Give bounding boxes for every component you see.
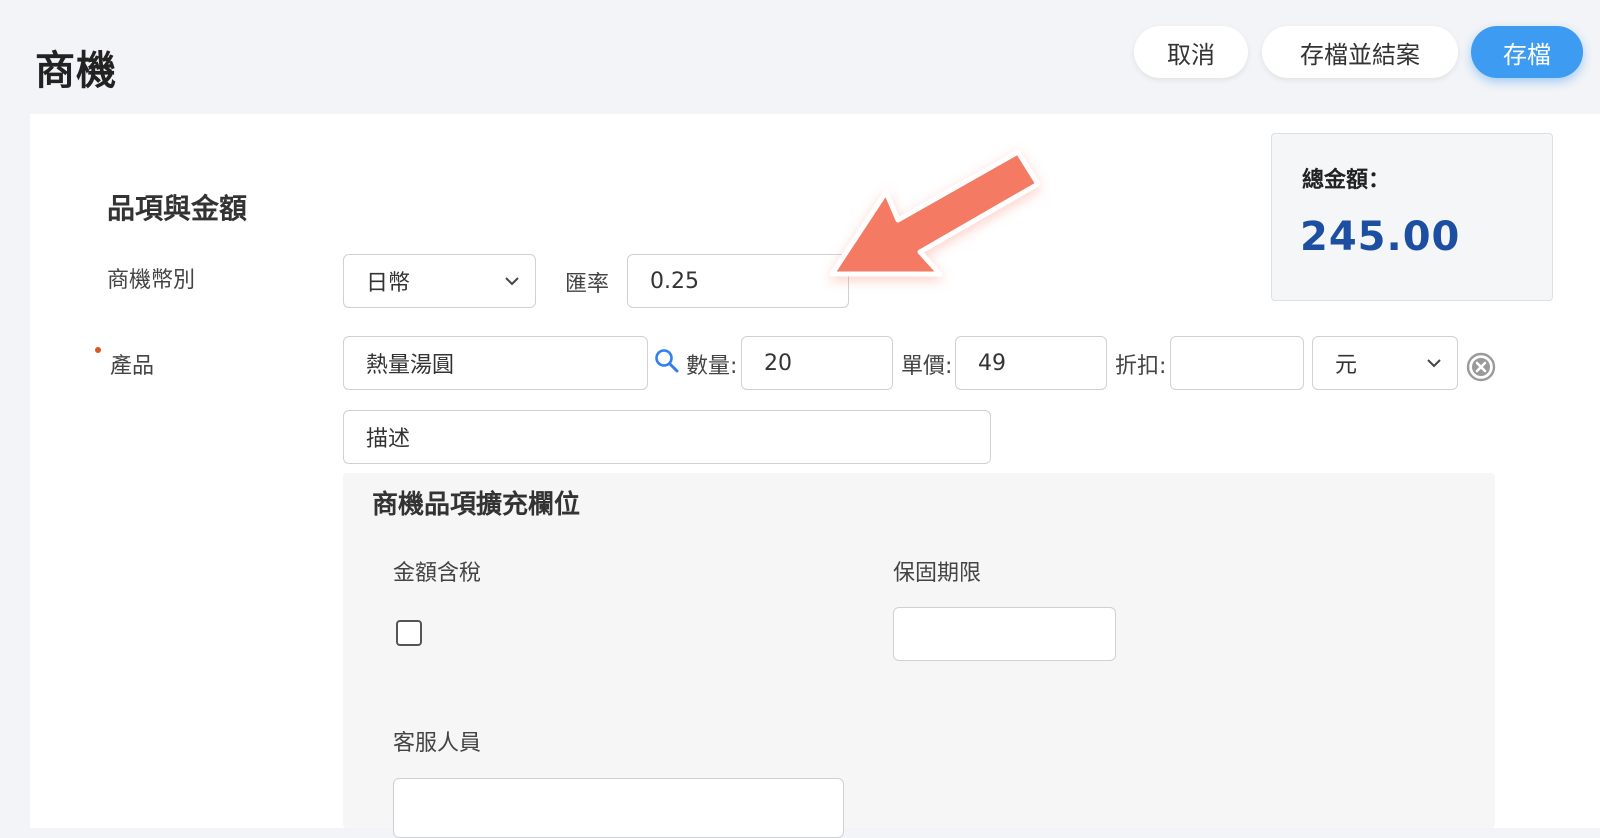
- total-amount-panel: 總金額： 245.00: [1271, 133, 1553, 301]
- chevron-down-icon: [505, 277, 519, 286]
- tax-included-checkbox[interactable]: [396, 620, 422, 646]
- unit-price-input[interactable]: 49: [955, 336, 1107, 390]
- arrow-annotation-icon: [829, 149, 1041, 277]
- discount-label: 折扣:: [1115, 354, 1167, 379]
- discount-unit-value: 元: [1335, 353, 1358, 378]
- exchange-rate-input[interactable]: 0.25: [627, 254, 849, 308]
- service-staff-label: 客服人員: [393, 731, 482, 756]
- close-circle-icon[interactable]: [1466, 352, 1496, 382]
- page-title: 商機: [35, 48, 117, 94]
- unit-price-label: 單價:: [901, 354, 953, 379]
- currency-select[interactable]: 日幣: [343, 254, 536, 308]
- save-button[interactable]: 存檔: [1471, 26, 1583, 78]
- required-indicator: [95, 347, 101, 353]
- save-and-close-button[interactable]: 存檔並結案: [1262, 26, 1458, 78]
- warranty-input[interactable]: [893, 607, 1116, 661]
- currency-select-value: 日幣: [366, 271, 411, 296]
- product-name-input[interactable]: 熱量湯圓: [343, 336, 648, 390]
- tax-included-label: 金額含稅: [393, 561, 482, 586]
- product-label: 產品: [110, 354, 155, 379]
- warranty-label: 保固期限: [893, 561, 982, 586]
- section-title: 品項與金額: [107, 192, 248, 225]
- discount-unit-select[interactable]: 元: [1312, 336, 1458, 390]
- total-amount-label: 總金額：: [1302, 168, 1391, 193]
- description-input[interactable]: 描述: [343, 410, 991, 464]
- quantity-input[interactable]: 20: [741, 336, 893, 390]
- chevron-down-icon: [1427, 359, 1441, 368]
- quantity-label: 數量:: [686, 354, 738, 379]
- extension-fields-title: 商機品項擴充欄位: [372, 490, 581, 520]
- cancel-button[interactable]: 取消: [1134, 26, 1248, 78]
- exchange-rate-label: 匯率: [565, 272, 610, 297]
- discount-input[interactable]: [1170, 336, 1304, 390]
- currency-label: 商機幣別: [107, 268, 196, 293]
- search-icon[interactable]: [654, 348, 680, 374]
- service-staff-input[interactable]: [393, 778, 844, 838]
- total-amount-value: 245.00: [1300, 214, 1461, 260]
